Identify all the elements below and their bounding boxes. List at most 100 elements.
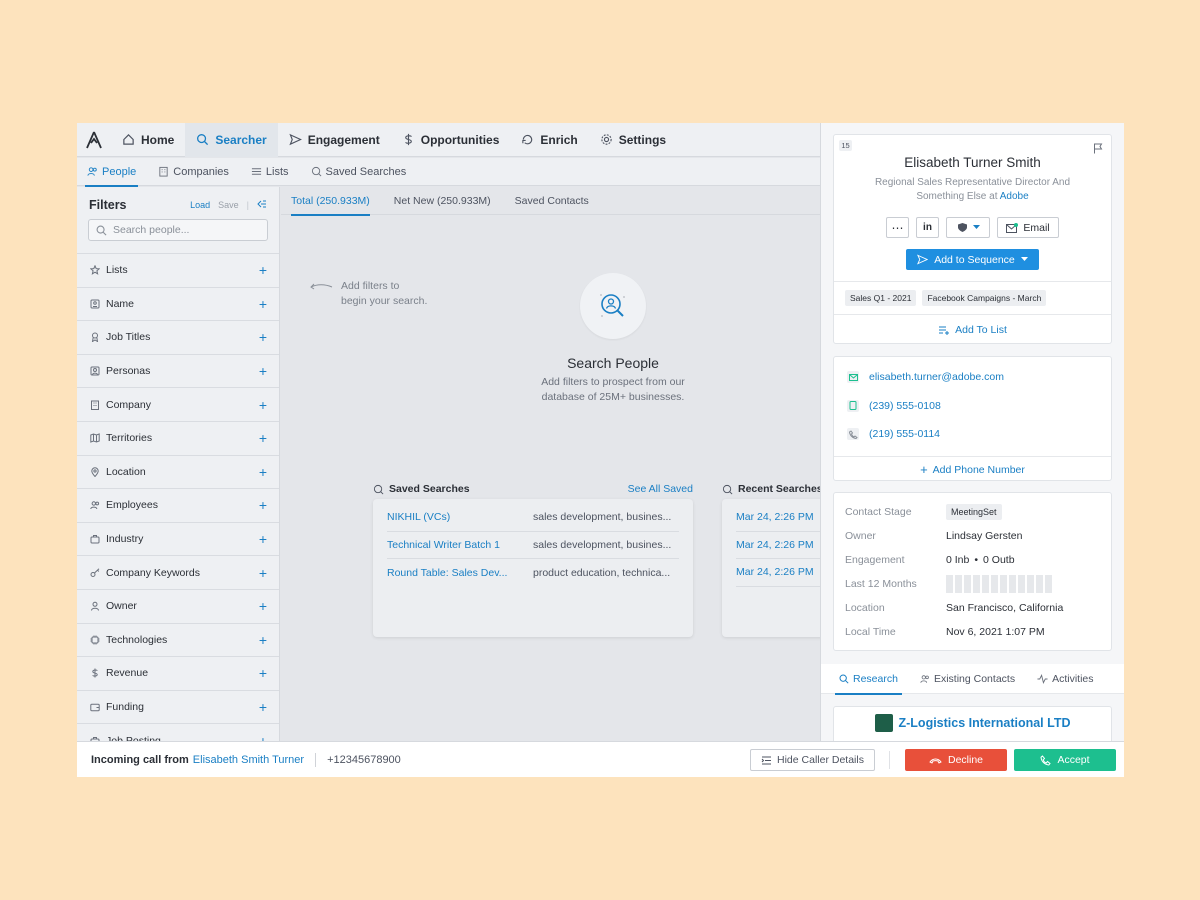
filter-row[interactable]: Owner + <box>77 588 279 623</box>
decline-button[interactable]: Decline <box>905 749 1007 771</box>
email-row[interactable]: elisabeth.turner@adobe.com <box>834 363 1111 392</box>
see-all-saved-link[interactable]: See All Saved <box>628 483 693 495</box>
collapse-filters-button[interactable] <box>257 199 267 211</box>
empty-state: Search People Add filters to prospect fr… <box>483 273 743 405</box>
filter-row[interactable]: Technologies + <box>77 622 279 657</box>
save-filters-link[interactable]: Save <box>218 200 239 210</box>
company-card[interactable]: Z-Logistics International LTD <box>833 706 1112 741</box>
tab-net-new[interactable]: Net New (250.933M) <box>394 187 491 215</box>
filter-row[interactable]: Revenue + <box>77 656 279 690</box>
tab-saved-contacts[interactable]: Saved Contacts <box>515 187 589 215</box>
phone-row[interactable]: (239) 555-0108 <box>834 392 1111 421</box>
filter-label: Funding <box>106 701 144 714</box>
map-icon <box>90 433 106 443</box>
load-filters-link[interactable]: Load <box>190 200 210 210</box>
subnav-people[interactable]: People <box>84 158 139 187</box>
plus-icon[interactable]: + <box>259 330 267 344</box>
email-icon <box>847 371 859 384</box>
more-button[interactable]: ⋯ <box>886 217 909 238</box>
phone-call-icon <box>847 428 859 441</box>
filter-row[interactable]: Personas + <box>77 353 279 388</box>
filter-row[interactable]: Name + <box>77 286 279 321</box>
subnav-lists[interactable]: Lists <box>251 158 289 186</box>
contact-phone-2[interactable]: (219) 555-0114 <box>869 428 940 440</box>
filter-row[interactable]: Company + <box>77 387 279 421</box>
tab-research[interactable]: Research <box>835 664 902 695</box>
tag[interactable]: Sales Q1 - 2021 <box>845 290 917 306</box>
contact-stage-chip[interactable]: MeetingSet <box>946 504 1002 520</box>
outbound-value: 0 Outb <box>983 554 1015 566</box>
plus-icon[interactable]: + <box>259 498 267 512</box>
plus-icon[interactable]: + <box>259 599 267 613</box>
accept-button[interactable]: Accept <box>1014 749 1116 771</box>
plus-icon[interactable]: + <box>259 364 267 378</box>
contact-title-line-2: Something Else at <box>916 191 998 202</box>
plus-icon[interactable]: + <box>259 431 267 445</box>
filter-row[interactable]: Location + <box>77 454 279 489</box>
subnav-companies[interactable]: Companies <box>158 158 229 186</box>
nav-opportunities[interactable]: Opportunities <box>391 123 511 157</box>
filter-row[interactable]: Company Keywords + <box>77 555 279 589</box>
plus-icon[interactable]: + <box>259 263 267 277</box>
badge-icon <box>90 332 106 343</box>
tab-existing-contacts[interactable]: Existing Contacts <box>920 664 1015 694</box>
plus-icon[interactable]: + <box>259 700 267 714</box>
saved-search-name[interactable]: Round Table: Sales Dev... <box>387 567 533 579</box>
collapse-icon <box>257 200 266 208</box>
subnav-saved-searches[interactable]: Saved Searches <box>311 158 406 186</box>
nav-home[interactable]: Home <box>111 123 185 157</box>
filter-label: Technologies <box>106 633 168 646</box>
plus-icon[interactable]: + <box>259 465 267 479</box>
saved-search-name[interactable]: Technical Writer Batch 1 <box>387 539 533 551</box>
wallet-icon <box>90 702 106 712</box>
hide-caller-details-button[interactable]: Hide Caller Details <box>750 749 875 771</box>
phone-row[interactable]: (219) 555-0114 <box>834 420 1111 449</box>
filter-row[interactable]: Job Posting + <box>77 723 279 741</box>
filter-label: Revenue <box>106 667 149 680</box>
tab-total[interactable]: Total (250.933M) <box>291 187 370 216</box>
app-logo[interactable] <box>77 123 111 157</box>
tab-activities[interactable]: Activities <box>1037 664 1094 694</box>
saved-search-row[interactable]: Technical Writer Batch 1 sales developme… <box>387 532 679 559</box>
saved-search-name[interactable]: NIKHIL (VCs) <box>387 511 533 523</box>
add-to-sequence-button[interactable]: Add to Sequence <box>906 249 1039 270</box>
linkedin-button[interactable]: in <box>916 217 939 238</box>
pin-icon <box>90 467 106 477</box>
search-people-input[interactable]: Search people... <box>88 219 268 241</box>
filter-row[interactable]: Lists + <box>77 253 279 287</box>
plus-icon[interactable]: + <box>259 398 267 412</box>
plus-icon[interactable]: + <box>259 734 267 741</box>
filter-row[interactable]: Territories + <box>77 420 279 455</box>
nav-searcher[interactable]: Searcher <box>185 123 278 157</box>
company-name[interactable]: Z-Logistics International LTD <box>899 716 1071 730</box>
email-button[interactable]: Email <box>997 217 1059 238</box>
add-to-list-button[interactable]: Add To List <box>834 314 1111 344</box>
contact-phone-1[interactable]: (239) 555-0108 <box>869 400 941 412</box>
filter-row[interactable]: Employees + <box>77 488 279 522</box>
plus-icon: + <box>920 462 928 477</box>
filter-row[interactable]: Funding + <box>77 689 279 724</box>
shield-dropdown-button[interactable] <box>946 217 990 238</box>
tag[interactable]: Facebook Campaigns - March <box>922 290 1047 306</box>
filter-row[interactable]: Job Titles + <box>77 320 279 354</box>
nav-enrich[interactable]: Enrich <box>510 123 588 157</box>
caller-name-link[interactable]: Elisabeth Smith Turner <box>193 754 304 766</box>
more-icon: ⋯ <box>891 220 904 235</box>
plus-icon[interactable]: + <box>259 666 267 680</box>
nav-engagement[interactable]: Engagement <box>278 123 391 157</box>
plus-icon[interactable]: + <box>259 532 267 546</box>
saved-search-row[interactable]: Round Table: Sales Dev... product educat… <box>387 559 679 587</box>
plus-icon[interactable]: + <box>259 633 267 647</box>
add-phone-button[interactable]: + Add Phone Number <box>834 455 1111 483</box>
filter-label: Job Titles <box>106 331 151 344</box>
plus-icon[interactable]: + <box>259 297 267 311</box>
nav-settings[interactable]: Settings <box>589 123 677 157</box>
plus-icon[interactable]: + <box>259 566 267 580</box>
contact-email[interactable]: elisabeth.turner@adobe.com <box>869 371 1004 383</box>
contact-company-link[interactable]: Adobe <box>1000 191 1029 202</box>
flag-button[interactable] <box>1093 141 1103 159</box>
filter-row[interactable]: Industry + <box>77 521 279 556</box>
saved-search-row[interactable]: NIKHIL (VCs) sales development, busines.… <box>387 504 679 532</box>
hide-caller-details-label: Hide Caller Details <box>777 754 864 766</box>
key-icon <box>90 568 106 578</box>
